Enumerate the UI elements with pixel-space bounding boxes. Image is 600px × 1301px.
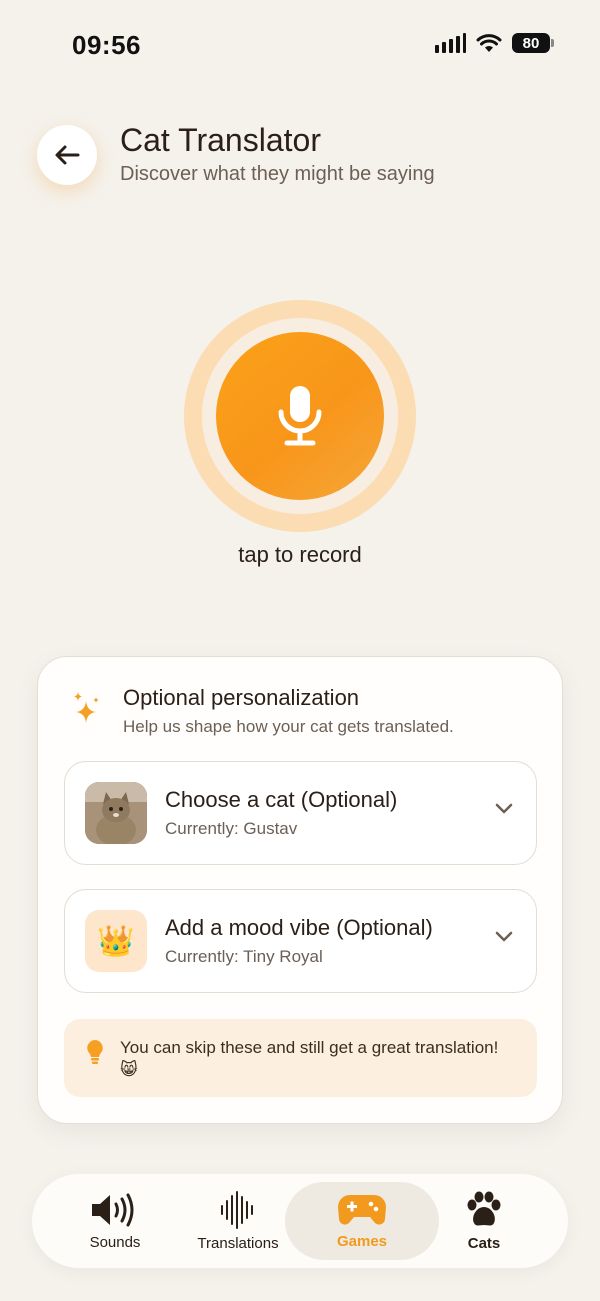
nav-label-translations: Translations xyxy=(197,1234,279,1252)
mood-emoji: 👑 xyxy=(85,910,147,972)
record-ring-inner xyxy=(202,318,398,514)
speaker-icon xyxy=(92,1193,134,1226)
personalization-title: Optional personalization xyxy=(123,685,360,710)
nav-item-translations[interactable]: Translations xyxy=(182,1182,294,1260)
mood-vibe-current: Currently: Tiny Royal xyxy=(165,947,323,966)
status-time: 09:56 xyxy=(72,30,141,60)
tip-box: You can skip these and still get a great… xyxy=(64,1019,537,1097)
page-subtitle: Discover what they might be saying xyxy=(120,163,435,185)
signal-icon xyxy=(435,33,466,53)
record-label: tap to record xyxy=(238,542,362,567)
bottom-nav: Sounds Translations Games Cats xyxy=(32,1174,568,1268)
nav-label-cats: Cats xyxy=(467,1234,501,1252)
nav-item-games[interactable]: Games xyxy=(285,1182,439,1260)
mood-vibe-title: Add a mood vibe (Optional) xyxy=(165,915,433,940)
nav-label-games: Games xyxy=(336,1232,388,1250)
choose-cat-select[interactable]: Choose a cat (Optional) Currently: Gusta… xyxy=(64,761,537,865)
cat-photo-icon xyxy=(85,782,147,844)
sparkle-icon xyxy=(74,692,99,723)
personalization-card: Optional personalization Help us shape h… xyxy=(37,656,563,1124)
nav-item-cats[interactable]: Cats xyxy=(432,1182,536,1260)
tip-text: You can skip these and still get a great… xyxy=(120,1038,499,1079)
mood-vibe-select[interactable]: 👑 Add a mood vibe (Optional) Currently: … xyxy=(64,889,537,993)
nav-item-sounds[interactable]: Sounds xyxy=(62,1182,168,1260)
waveform-icon xyxy=(221,1190,253,1229)
record-button[interactable] xyxy=(216,332,384,500)
microphone-icon xyxy=(278,386,322,446)
paw-icon xyxy=(467,1191,501,1225)
status-bar: 09:56 80 xyxy=(0,0,600,90)
wifi-icon xyxy=(476,34,502,52)
battery-icon: 80 xyxy=(512,33,554,53)
arrow-left-icon xyxy=(55,145,80,165)
choose-cat-current: Currently: Gustav xyxy=(165,819,298,838)
choose-cat-title: Choose a cat (Optional) xyxy=(165,787,398,812)
page-title: Cat Translator xyxy=(120,122,321,158)
battery-level: 80 xyxy=(522,34,540,52)
lightbulb-icon xyxy=(87,1040,103,1064)
cat-avatar xyxy=(85,782,147,844)
chevron-down-icon xyxy=(495,931,513,942)
gamepad-icon xyxy=(338,1194,386,1225)
chevron-down-icon xyxy=(495,803,513,814)
record-ring xyxy=(184,300,416,532)
personalization-description: Help us shape how your cat gets translat… xyxy=(123,717,454,736)
back-button[interactable] xyxy=(37,125,97,185)
status-icons: 80 xyxy=(435,33,554,53)
nav-label-sounds: Sounds xyxy=(89,1233,141,1251)
